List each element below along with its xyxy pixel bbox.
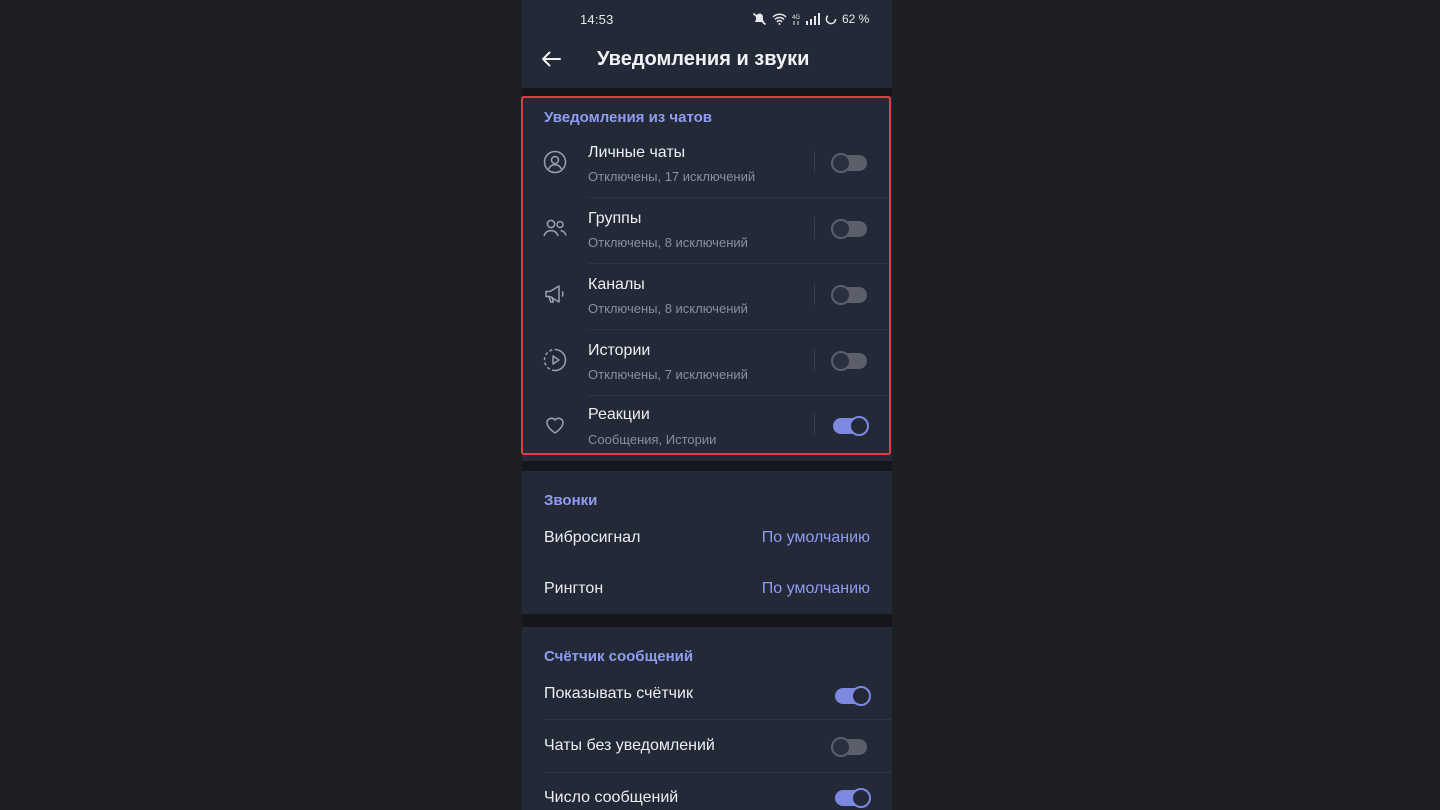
row-vibration[interactable]: Вибросигнал По умолчанию (522, 513, 892, 563)
row-title: Рингтон (544, 580, 604, 597)
lte-icon: 4G (792, 13, 800, 25)
row-show-counter[interactable]: Показывать счётчик (522, 669, 892, 719)
divider (814, 349, 815, 371)
toggle-channels[interactable] (831, 285, 867, 305)
row-subtitle: Сообщения, Истории (588, 432, 717, 447)
section-header-badge-counter: Счётчик сообщений (544, 648, 694, 665)
toggle-groups[interactable] (831, 219, 867, 239)
row-value: По умолчанию (761, 529, 870, 546)
row-groups[interactable]: Группы Отключены, 8 исключений (522, 197, 892, 263)
divider (814, 283, 815, 305)
row-title: Число сообщений (544, 789, 679, 806)
back-button[interactable] (538, 48, 564, 74)
battery-percent: 62 % (842, 12, 870, 26)
toggle-knob (831, 351, 851, 371)
row-title: Показывать счётчик (544, 685, 693, 702)
mute-icon (752, 12, 767, 26)
toggle-knob (831, 219, 851, 239)
person-icon (542, 149, 568, 175)
heart-icon (542, 412, 568, 438)
row-title: Группы (588, 210, 642, 227)
toggle-knob (851, 788, 871, 808)
toggle-knob (851, 686, 871, 706)
chat-notifications-section: Уведомления из чатов Личные чаты Отключе… (522, 96, 892, 461)
toggle-stories[interactable] (831, 351, 867, 371)
status-icons: 4G 62 % (752, 11, 869, 27)
row-title: Вибросигнал (544, 529, 641, 546)
status-time: 14:53 (580, 12, 614, 27)
toggle-knob (831, 285, 851, 305)
battery-ring-icon (825, 13, 837, 25)
group-icon (542, 215, 568, 241)
divider (814, 151, 815, 173)
toggle-knob (849, 416, 869, 436)
row-reactions[interactable]: Реакции Сообщения, Истории (522, 395, 892, 461)
row-stories[interactable]: Истории Отключены, 7 исключений (522, 329, 892, 395)
toggle-reactions[interactable] (833, 416, 869, 436)
toggle-knob (831, 153, 851, 173)
row-title: Каналы (588, 276, 645, 293)
section-header-chat-notifications: Уведомления из чатов (544, 109, 713, 126)
row-subtitle: Отключены, 8 исключений (588, 235, 748, 250)
divider (814, 413, 815, 435)
page-title: Уведомления и звуки (597, 48, 810, 70)
toggle-show-counter[interactable] (835, 686, 871, 706)
row-message-count[interactable]: Число сообщений (522, 773, 892, 810)
toggle-knob (831, 737, 851, 757)
row-subtitle: Отключены, 7 исключений (588, 367, 748, 382)
toggle-message-count[interactable] (835, 788, 871, 808)
stories-icon (542, 347, 568, 373)
badge-counter-section: Счётчик сообщений Показывать счётчик Чат… (522, 627, 892, 810)
calls-section: Звонки Вибросигнал По умолчанию Рингтон … (522, 471, 892, 614)
row-title: Истории (588, 342, 651, 359)
divider (814, 217, 815, 239)
row-private-chats[interactable]: Личные чаты Отключены, 17 исключений (522, 131, 892, 197)
row-value: По умолчанию (761, 580, 870, 597)
row-ringtone[interactable]: Рингтон По умолчанию (522, 564, 892, 614)
row-subtitle: Отключены, 17 исключений (588, 169, 756, 184)
row-channels[interactable]: Каналы Отключены, 8 исключений (522, 263, 892, 329)
arrow-left-icon (541, 51, 561, 72)
app-bar: 14:53 4G 62 % Уведомления и звуки (522, 0, 892, 88)
row-subtitle: Отключены, 8 исключений (588, 301, 748, 316)
toggle-private-chats[interactable] (831, 153, 867, 173)
phone-screen: 14:53 4G 62 % Уведомления и звуки Уведом… (522, 0, 892, 810)
megaphone-icon (542, 281, 568, 307)
row-muted-chats[interactable]: Чаты без уведомлений (522, 720, 892, 772)
svg-text:4G: 4G (792, 15, 800, 21)
row-title: Личные чаты (588, 144, 686, 161)
signal-icon (805, 13, 820, 25)
row-title: Чаты без уведомлений (544, 737, 715, 754)
toggle-muted-chats[interactable] (831, 737, 867, 757)
section-header-calls: Звонки (544, 492, 598, 509)
wifi-icon (772, 13, 787, 25)
row-title: Реакции (588, 406, 650, 423)
